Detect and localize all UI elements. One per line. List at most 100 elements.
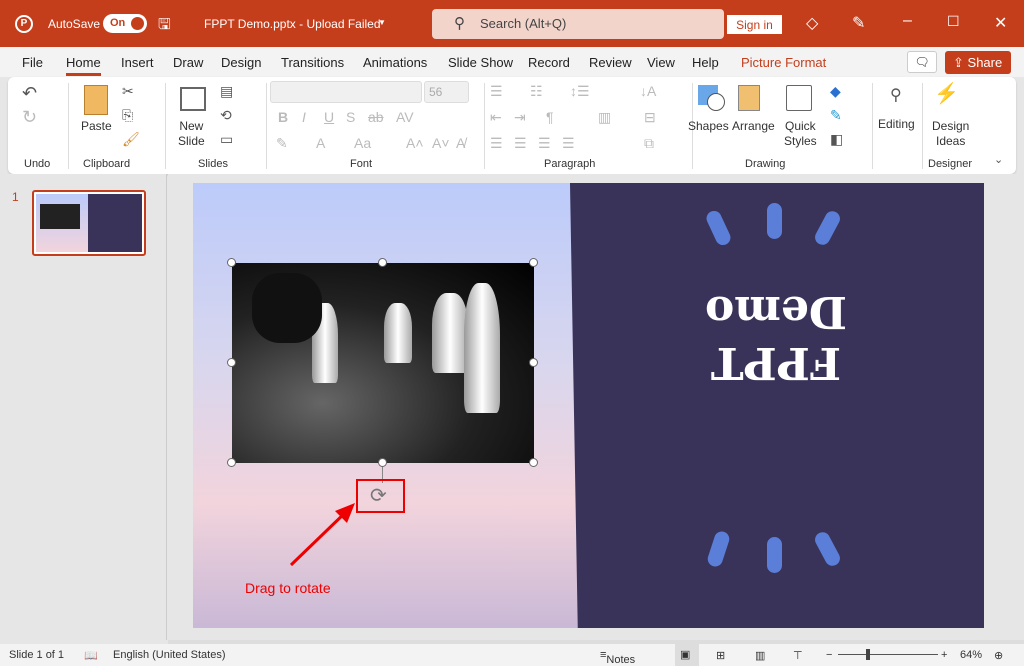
save-icon[interactable]: 🖫 [158,14,171,39]
columns-icon[interactable]: ▥ [598,109,611,126]
normal-view-icon[interactable]: ▣ [675,644,699,666]
undo-icon[interactable]: ↶ [22,83,37,104]
reading-view-icon[interactable]: ▥ [755,649,765,662]
resize-handle[interactable] [529,458,538,467]
chess-picture[interactable] [232,263,534,463]
tab-home[interactable]: Home [66,55,101,76]
layout-icon[interactable]: ▤ [220,83,233,100]
shape-effects-icon[interactable]: ◧ [830,131,843,148]
fit-to-window-icon[interactable]: ⊕ [994,649,1003,662]
smartart-icon[interactable]: ⧉ [644,135,654,152]
search-input[interactable]: Search (Alt+Q) ⚲ [432,9,724,39]
quick-styles-icon[interactable] [786,85,812,111]
comments-button[interactable]: 🗨 [907,51,937,73]
zoom-level[interactable]: 64% [960,649,982,661]
editing-button[interactable]: Editing [878,117,915,132]
grow-font-icon[interactable]: A˄ [406,135,424,151]
tab-animations[interactable]: Animations [363,55,427,70]
tab-insert[interactable]: Insert [121,55,154,70]
zoom-slider-thumb[interactable] [866,649,870,660]
find-icon[interactable]: ⚲ [890,85,902,105]
font-name-select[interactable] [270,81,422,103]
design-ideas-button[interactable]: Design Ideas [932,119,969,149]
format-painter-icon[interactable]: 🖌 [122,131,140,148]
arrange-icon[interactable] [738,85,760,111]
resize-handle[interactable] [378,258,387,267]
new-slide-icon[interactable] [180,87,206,111]
resize-handle[interactable] [227,458,236,467]
arrange-button[interactable]: Arrange [732,119,775,134]
resize-handle[interactable] [378,458,387,467]
slide-thumbnail[interactable] [32,190,146,256]
char-spacing-icon[interactable]: AV [396,109,414,125]
font-color-icon[interactable]: A [316,135,325,151]
resize-handle[interactable] [227,258,236,267]
tab-picture-format[interactable]: Picture Format [741,55,826,70]
align-text-icon[interactable]: ⊟ [644,109,656,126]
tab-file[interactable]: File [22,55,43,70]
cut-icon[interactable]: ✂ [122,83,134,100]
tab-draw[interactable]: Draw [173,55,203,70]
copy-icon[interactable]: ⎘ [122,107,133,124]
slide-title[interactable]: FPPT Demo [641,286,911,388]
resize-handle[interactable] [529,258,538,267]
shapes-button[interactable]: Shapes [688,119,729,134]
share-button[interactable]: ⇪ Share [945,51,1011,74]
shape-fill-icon[interactable]: ◆ [830,83,841,100]
line-spacing-icon[interactable]: ↕☰ [570,83,590,100]
clear-format-icon[interactable]: A̸ [456,135,465,151]
quick-styles-button[interactable]: Quick Styles [784,119,817,149]
indent-icon[interactable]: ⇤ [490,109,502,126]
shrink-font-icon[interactable]: A˅ [432,135,450,151]
chevron-down-icon[interactable]: ▼ [378,18,386,27]
close-button[interactable]: ✕ [994,13,1007,33]
language[interactable]: English (United States) [113,649,226,661]
zoom-out-button[interactable]: − [826,649,832,661]
italic-icon[interactable]: I [302,109,306,125]
tab-record[interactable]: Record [528,55,570,70]
zoom-slider[interactable] [838,649,938,660]
sign-in-button[interactable]: Sign in [727,15,782,34]
notes-button[interactable]: ≡ Notes [600,649,635,666]
strikethrough-icon[interactable]: ab [368,109,384,125]
numbering-icon[interactable]: ☷ [530,83,543,100]
reset-icon[interactable]: ⟲ [220,107,232,124]
resize-handle[interactable] [529,358,538,367]
document-title[interactable]: FPPT Demo.pptx - Upload Failed [204,17,381,31]
bold-icon[interactable]: B [278,109,288,125]
minimize-button[interactable]: – [903,12,912,30]
collapse-ribbon-icon[interactable]: ⌄ [994,153,1003,166]
slide[interactable]: FPPT Demo ⟳ Drag to rotate [193,183,984,628]
redo-icon[interactable]: ↻ [22,107,37,128]
align-right-icon[interactable]: ☰ [538,135,551,152]
pen-icon[interactable]: ✎ [852,13,865,33]
tab-design[interactable]: Design [221,55,261,70]
paste-icon[interactable] [84,85,108,115]
slide-sorter-icon[interactable]: ⊞ [716,649,725,662]
slideshow-icon[interactable]: ⊤ [793,649,803,662]
ltr-icon[interactable]: ¶ [546,109,554,125]
tab-view[interactable]: View [647,55,675,70]
bullets-icon[interactable]: ☰ [490,83,503,100]
section-icon[interactable]: ▭ [220,131,233,148]
autosave-toggle[interactable]: On [103,14,147,33]
maximize-button[interactable]: ☐ [947,13,960,30]
design-ideas-icon[interactable]: ⚡ [934,81,959,106]
tab-slide-show[interactable]: Slide Show [448,55,513,70]
change-case-icon[interactable]: Aa [354,135,371,151]
accessibility-icon[interactable]: 📖 [84,649,98,662]
align-center-icon[interactable]: ☰ [514,135,527,152]
rotate-handle-icon[interactable]: ⟳ [370,483,387,508]
paste-button[interactable]: Paste [81,119,112,134]
tab-help[interactable]: Help [692,55,719,70]
underline-icon[interactable]: U [324,109,334,125]
resize-handle[interactable] [227,358,236,367]
shape-outline-icon[interactable]: ✎ [830,107,842,124]
outdent-icon[interactable]: ⇥ [514,109,526,126]
shadow-icon[interactable]: S [346,109,355,125]
justify-icon[interactable]: ☰ [562,135,575,152]
tab-transitions[interactable]: Transitions [281,55,344,70]
text-direction-icon[interactable]: ↓A [640,83,656,99]
new-slide-button[interactable]: New Slide [178,119,205,149]
zoom-in-button[interactable]: + [941,649,947,661]
